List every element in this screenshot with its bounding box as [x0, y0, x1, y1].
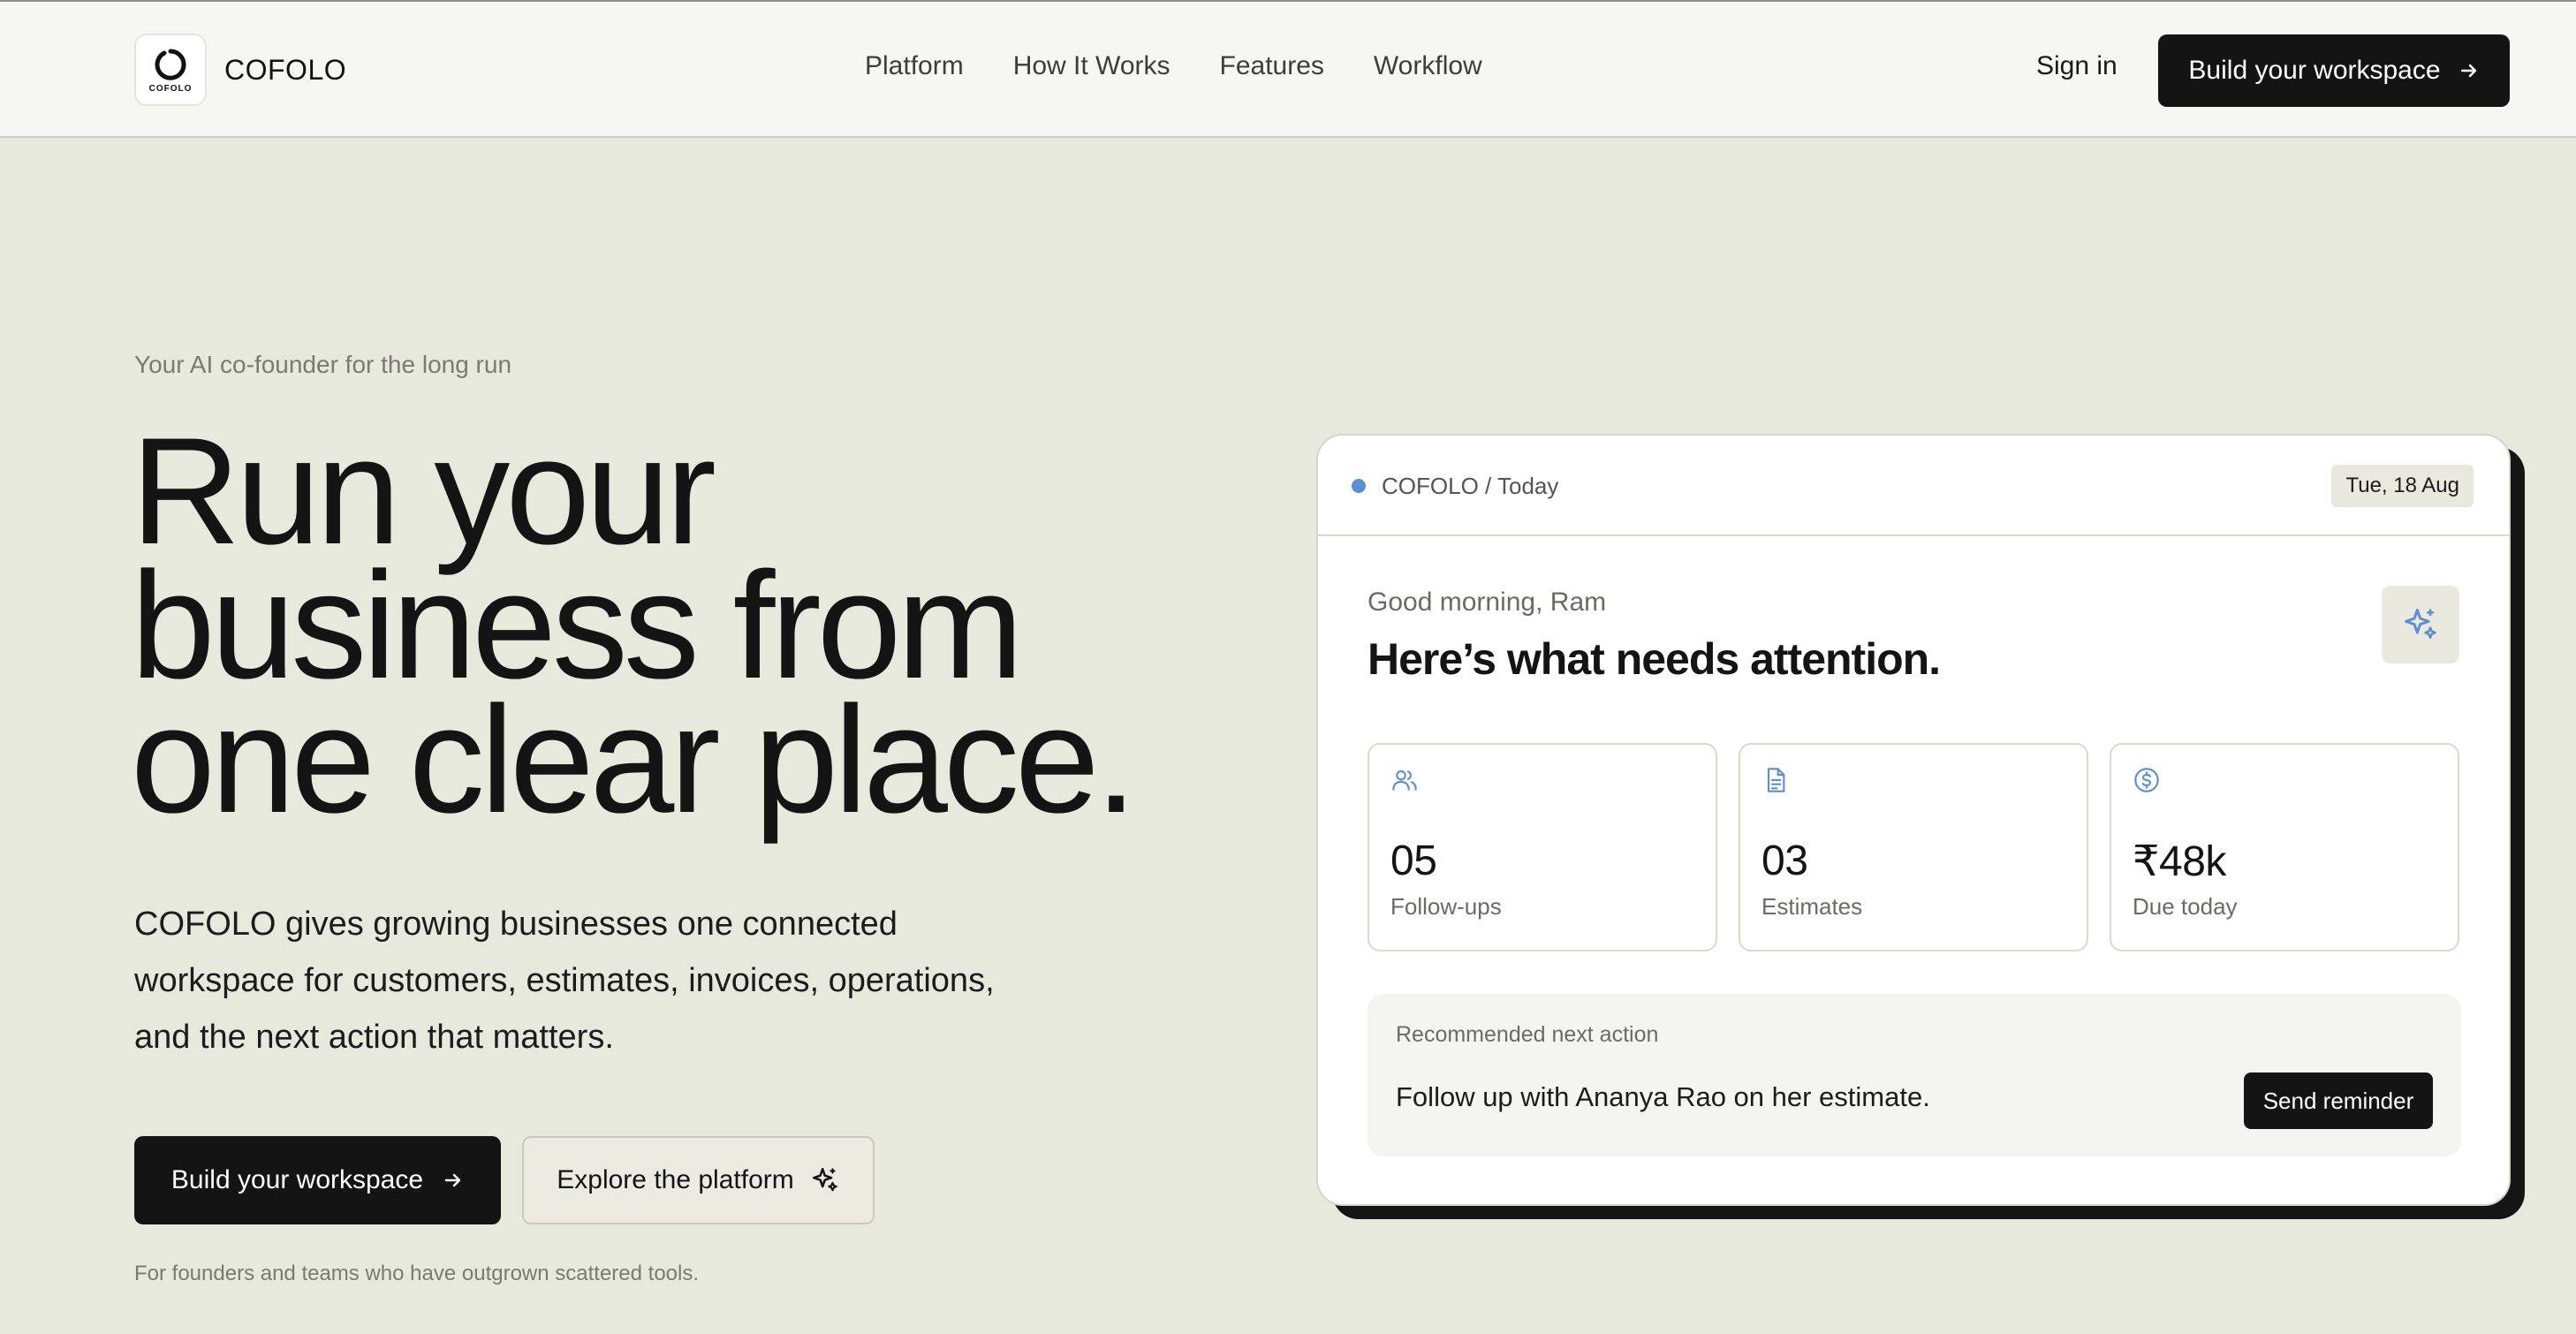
hero-footnote: For founders and teams who have outgrown…: [134, 1262, 700, 1285]
card-header: COFOLO / Today Tue, 18 Aug: [1318, 436, 2509, 536]
dashboard-preview-card: COFOLO / Today Tue, 18 Aug Good morning,…: [1316, 434, 2511, 1206]
nav-workflow[interactable]: Workflow: [1374, 51, 1482, 81]
stats-row: 05 Follow-ups 03 Estimates ₹48k Due toda…: [1368, 743, 2459, 951]
users-icon: [1392, 769, 1417, 791]
stat-label: Estimates: [1762, 893, 1863, 920]
send-reminder-button[interactable]: Send reminder: [2244, 1073, 2433, 1129]
brand-logo: COFOLO: [134, 34, 207, 106]
dollar-icon: [2134, 768, 2159, 792]
explore-platform-label: Explore the platform: [557, 1165, 794, 1194]
stat-label: Due today: [2133, 893, 2238, 920]
header-build-workspace-button[interactable]: Build your workspace: [2158, 34, 2510, 107]
stat-value: 05: [1390, 838, 1437, 884]
greeting: Good morning, Ram: [1368, 587, 1607, 617]
nav-features[interactable]: Features: [1220, 51, 1324, 81]
brand-name: COFOLO: [224, 53, 347, 86]
hero-subtext: COFOLO gives growing businesses one conn…: [134, 906, 995, 1056]
sparkles-icon: [812, 1167, 837, 1192]
stat-value: 03: [1762, 838, 1808, 884]
build-workspace-label: Build your workspace: [170, 1165, 424, 1194]
headline-line-3: one clear place.: [131, 675, 1137, 845]
site-header: COFOLO COFOLO Platform How It Works Feat…: [0, 0, 2576, 138]
recommendation-text: Follow up with Ananya Rao on her estimat…: [1396, 1081, 1930, 1112]
document-icon: [1767, 768, 1785, 792]
hero-headline: Run your business from one clear place.: [131, 415, 1191, 836]
stat-value: ₹48k: [2133, 838, 2226, 885]
sign-in-link[interactable]: Sign in: [2036, 51, 2118, 81]
main-nav: Platform How It Works Features Workflow: [865, 51, 1482, 81]
stat-card-due-today[interactable]: ₹48k Due today: [2110, 743, 2459, 951]
hero-eyebrow: Your AI co-founder for the long run: [134, 351, 512, 378]
logo-ring-icon: [155, 49, 186, 80]
status-dot: [1352, 479, 1366, 493]
date-badge: Tue, 18 Aug: [2331, 465, 2474, 507]
recommendation-heading: Recommended next action: [1396, 1022, 1659, 1047]
logo-wordmark: COFOLO: [148, 83, 193, 94]
brand[interactable]: COFOLO COFOLO: [134, 34, 346, 106]
stat-card-estimates[interactable]: 03 Estimates: [1739, 743, 2088, 951]
breadcrumb: COFOLO / Today: [1382, 473, 1559, 499]
build-workspace-button[interactable]: Build your workspace: [134, 1136, 501, 1224]
explore-platform-button[interactable]: Explore the platform: [522, 1136, 875, 1224]
arrow-right-icon: [444, 1173, 461, 1187]
nav-how-it-works[interactable]: How It Works: [1013, 51, 1171, 81]
card-title: Here’s what needs attention.: [1368, 634, 1941, 684]
nav-platform[interactable]: Platform: [865, 51, 964, 81]
recommended-action-panel: Recommended next action Follow up with A…: [1368, 994, 2461, 1156]
ai-assistant-button[interactable]: [2382, 586, 2459, 663]
arrow-right-icon: [2460, 64, 2476, 78]
stat-card-follow-ups[interactable]: 05 Follow-ups: [1368, 743, 1717, 951]
header-cta-label: Build your workspace: [2188, 56, 2441, 85]
sparkles-icon: [2405, 609, 2436, 639]
stat-label: Follow-ups: [1390, 893, 1502, 920]
